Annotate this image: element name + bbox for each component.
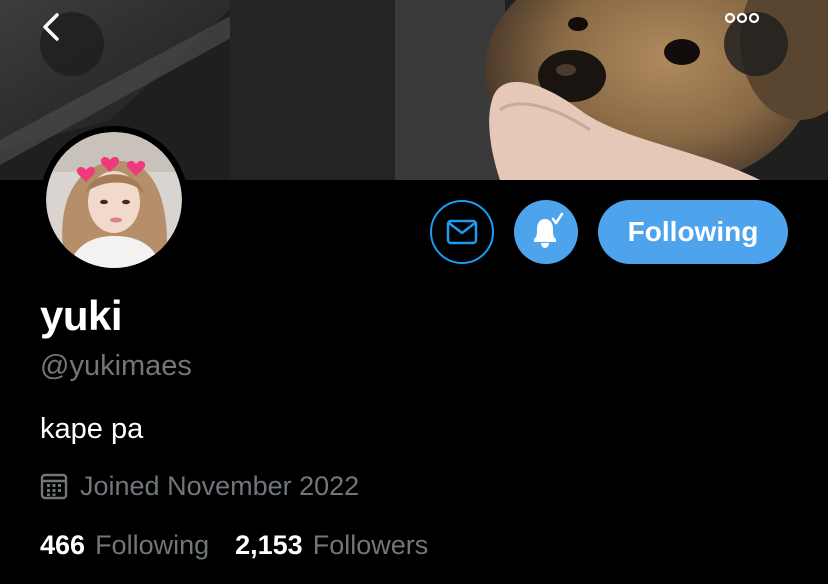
following-count: 466: [40, 530, 86, 560]
following-button[interactable]: Following: [598, 200, 788, 264]
joined-text: Joined November 2022: [80, 470, 360, 501]
more-horizontal-icon: [724, 12, 760, 24]
avatar[interactable]: [40, 126, 188, 274]
following-stat-link[interactable]: 466 Following: [40, 530, 209, 561]
message-button[interactable]: [430, 200, 494, 264]
avatar-image: [46, 132, 182, 268]
followers-stat-link[interactable]: 2,153 Followers: [235, 530, 428, 561]
display-name: yuki: [40, 292, 123, 339]
profile-stats: 466 Following 2,153 Followers: [40, 530, 428, 561]
followers-count: 2,153: [235, 530, 303, 560]
bell-check-icon: [534, 212, 565, 248]
more-options-button[interactable]: [724, 12, 788, 76]
joined-date: Joined November 2022: [40, 470, 359, 502]
profile-bio: kape pa: [40, 413, 144, 445]
back-button[interactable]: [40, 12, 104, 76]
notifications-button[interactable]: [514, 200, 578, 264]
calendar-icon: [40, 472, 68, 500]
followers-stat-label: Followers: [312, 530, 429, 560]
envelope-icon: [446, 219, 478, 245]
following-button-label: Following: [627, 216, 759, 247]
following-stat-label: Following: [95, 530, 210, 560]
user-handle: @yukimaes: [40, 350, 192, 382]
chevron-left-icon: [43, 13, 59, 41]
